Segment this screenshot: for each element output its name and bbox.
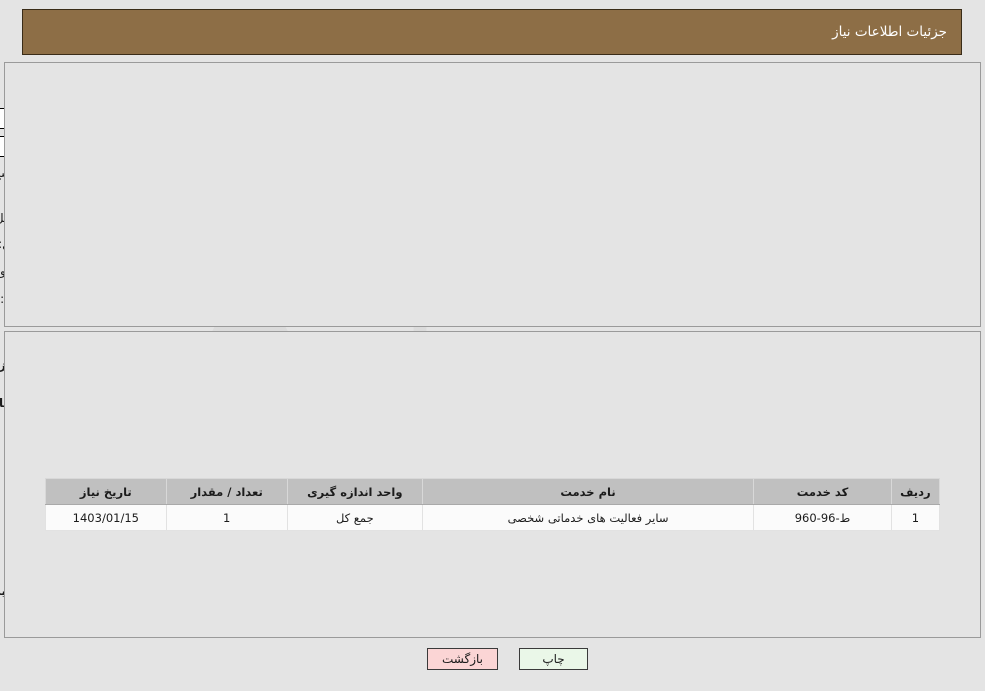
cell-service-code: ط-96-960 — [753, 504, 892, 531]
cell-service-name: سایر فعالیت های خدماتی شخصی — [421, 504, 755, 531]
col-row-no: ردیف — [890, 478, 941, 505]
services-table: ردیف کد خدمت نام خدمت واحد اندازه گیری ت… — [45, 478, 941, 531]
col-service-name: نام خدمت — [421, 478, 755, 505]
page-title: جزئیات اطلاعات نیاز — [832, 24, 947, 40]
col-need-date: تاریخ نیاز — [45, 478, 167, 505]
table-row: 1 ط-96-960 سایر فعالیت های خدماتی شخصی ج… — [45, 504, 941, 531]
print-button[interactable]: چاپ — [519, 648, 588, 670]
page-header-bar: جزئیات اطلاعات نیاز — [22, 9, 962, 55]
col-quantity: تعداد / مقدار — [165, 478, 288, 505]
need-summary-panel — [4, 62, 981, 327]
back-button[interactable]: بازگشت — [427, 648, 498, 670]
cell-unit: جمع کل — [286, 504, 423, 531]
table-header-row: ردیف کد خدمت نام خدمت واحد اندازه گیری ت… — [45, 478, 941, 505]
col-unit: واحد اندازه گیری — [286, 478, 423, 505]
cell-quantity: 1 — [165, 504, 288, 531]
cell-need-date: 1403/01/15 — [45, 504, 167, 531]
cell-row-no: 1 — [890, 504, 941, 531]
col-service-code: کد خدمت — [753, 478, 892, 505]
